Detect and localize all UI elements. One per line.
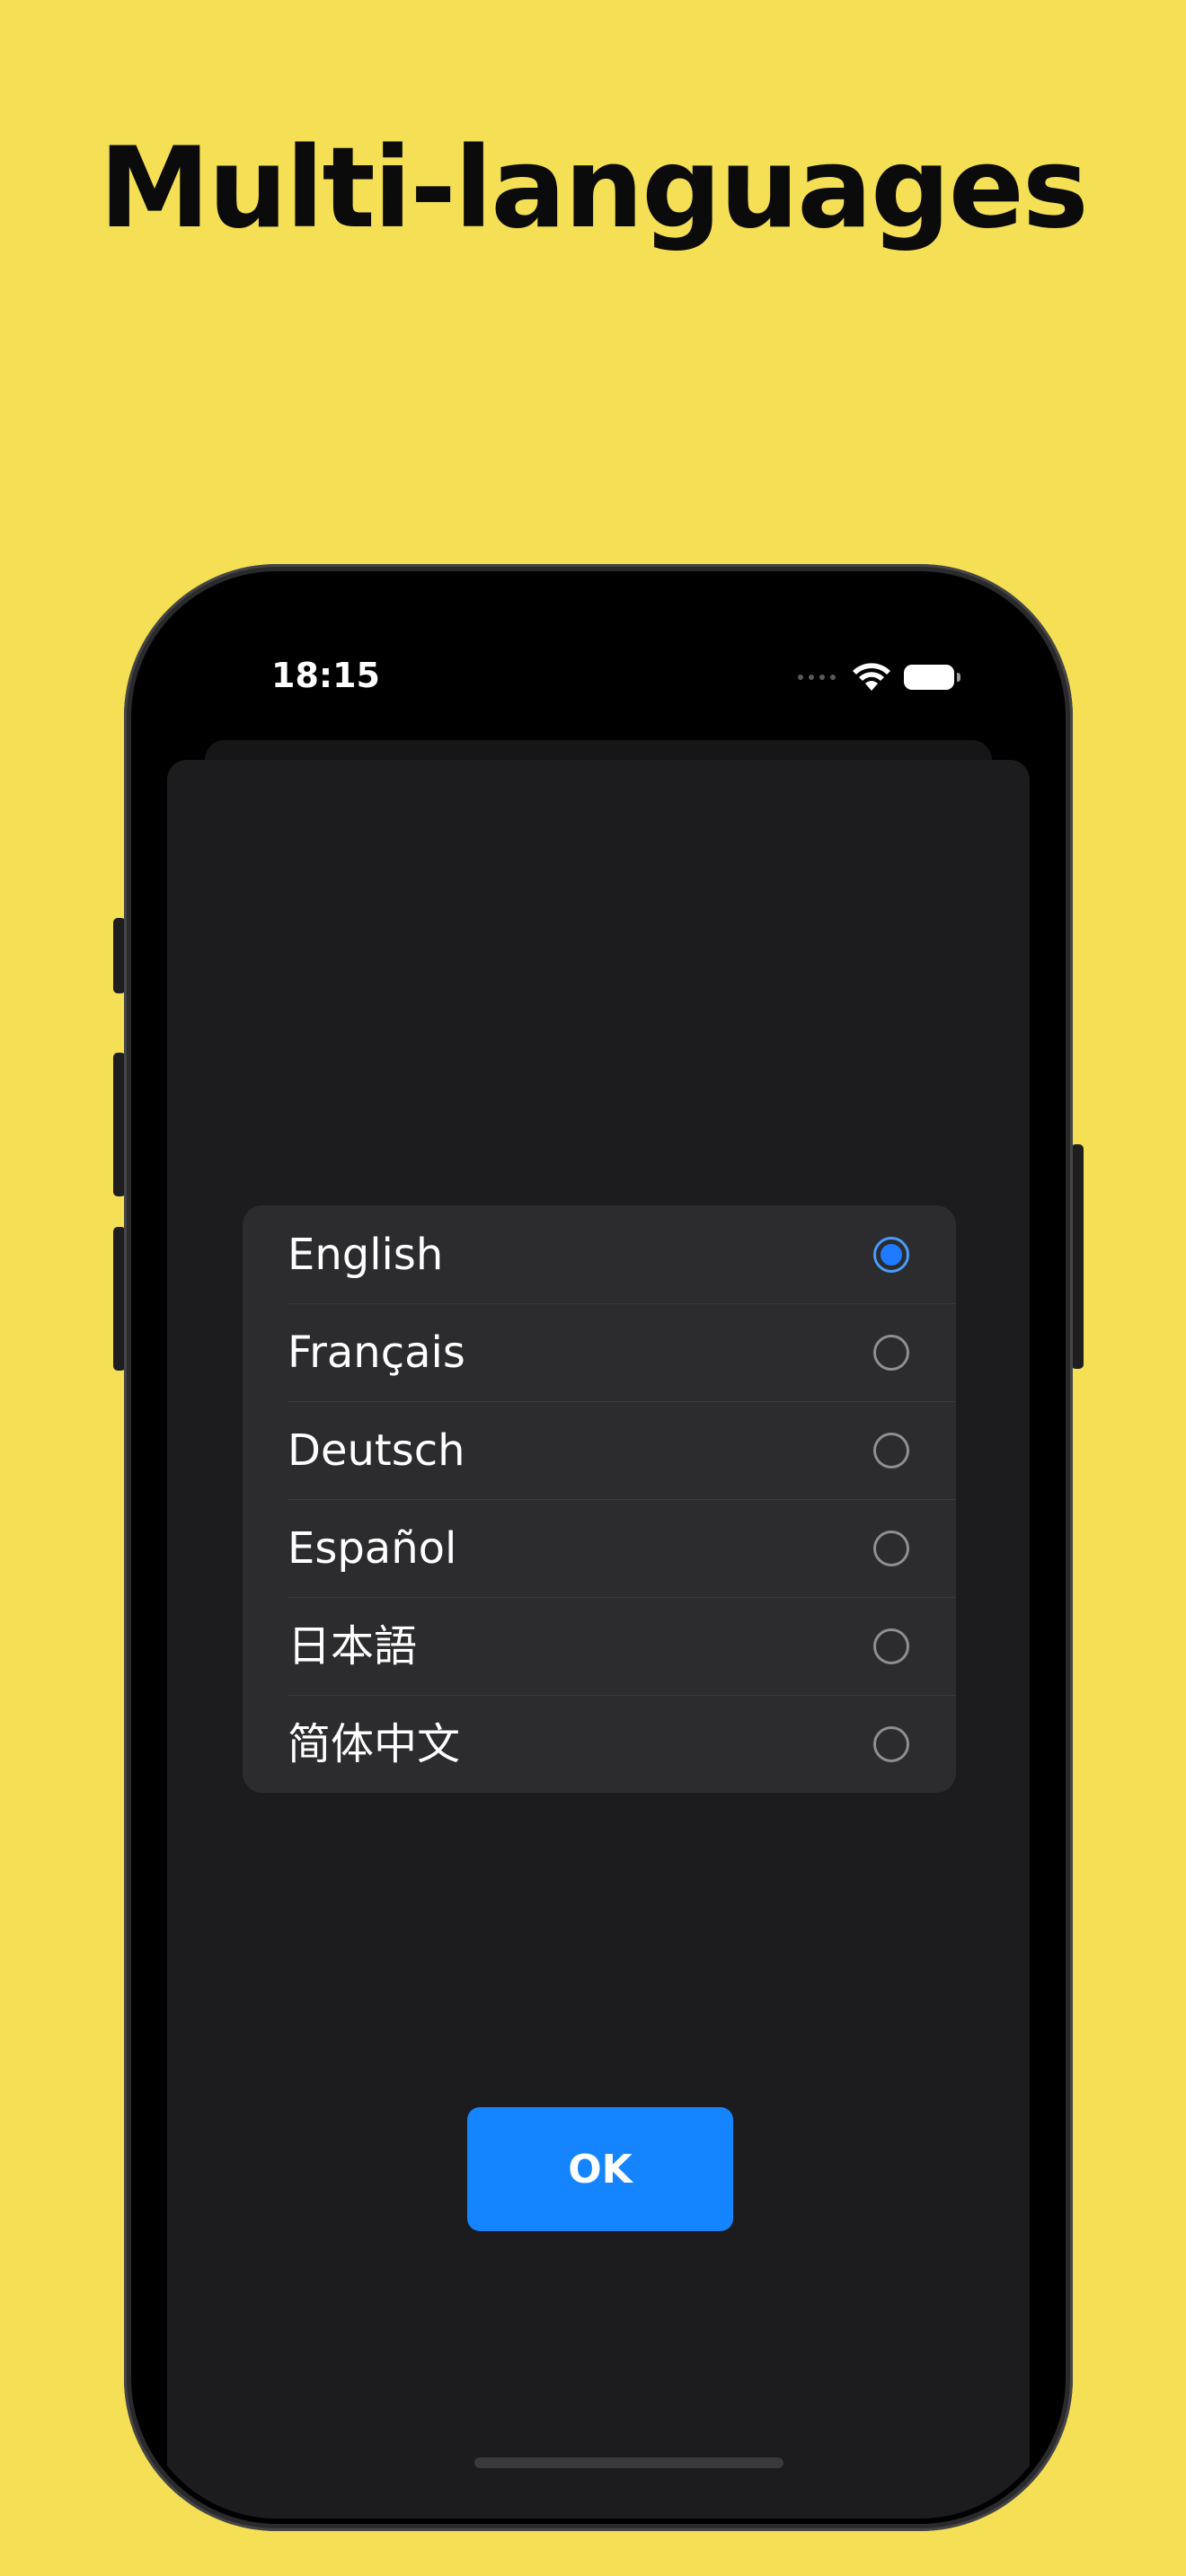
language-option-japanese[interactable]: 日本語 xyxy=(243,1597,956,1695)
radio-unselected-icon[interactable] xyxy=(873,1432,909,1469)
radio-unselected-icon[interactable] xyxy=(873,1530,909,1566)
language-option-chinese[interactable]: 简体中文 xyxy=(243,1695,956,1793)
radio-unselected-icon[interactable] xyxy=(873,1334,909,1371)
headline: Multi-languages xyxy=(99,124,1088,253)
language-label: Français xyxy=(288,1327,465,1378)
language-label: Deutsch xyxy=(288,1425,465,1476)
phone-bezel: 18:15 English Français Deutsch Español 日… xyxy=(131,571,1066,2524)
language-label: 日本語 xyxy=(288,1620,418,1672)
status-time: 18:15 xyxy=(271,656,380,695)
language-label: 简体中文 xyxy=(288,1718,461,1769)
phone-frame: 18:15 English Français Deutsch Español 日… xyxy=(124,564,1073,2531)
phone-screen: 18:15 English Français Deutsch Español 日… xyxy=(137,577,1060,2519)
language-label: Español xyxy=(288,1522,457,1574)
language-option-francais[interactable]: Français xyxy=(243,1303,956,1401)
status-icons xyxy=(798,661,960,693)
signal-dots-icon xyxy=(798,675,836,680)
wifi-icon xyxy=(853,663,890,691)
home-indicator[interactable] xyxy=(474,2457,783,2468)
radio-unselected-icon[interactable] xyxy=(873,1725,909,1762)
language-sheet: English Français Deutsch Español 日本語 简体中… xyxy=(167,760,1030,2519)
ok-button[interactable]: OK xyxy=(467,2107,733,2231)
language-list: English Français Deutsch Español 日本語 简体中… xyxy=(243,1205,956,1793)
power-button xyxy=(1071,1144,1084,1369)
language-option-english[interactable]: English xyxy=(243,1205,956,1303)
language-option-deutsch[interactable]: Deutsch xyxy=(243,1401,956,1499)
language-label: English xyxy=(288,1229,444,1280)
battery-icon xyxy=(904,665,960,690)
radio-selected-icon[interactable] xyxy=(873,1236,909,1273)
language-option-espanol[interactable]: Español xyxy=(243,1499,956,1597)
radio-unselected-icon[interactable] xyxy=(873,1628,909,1664)
